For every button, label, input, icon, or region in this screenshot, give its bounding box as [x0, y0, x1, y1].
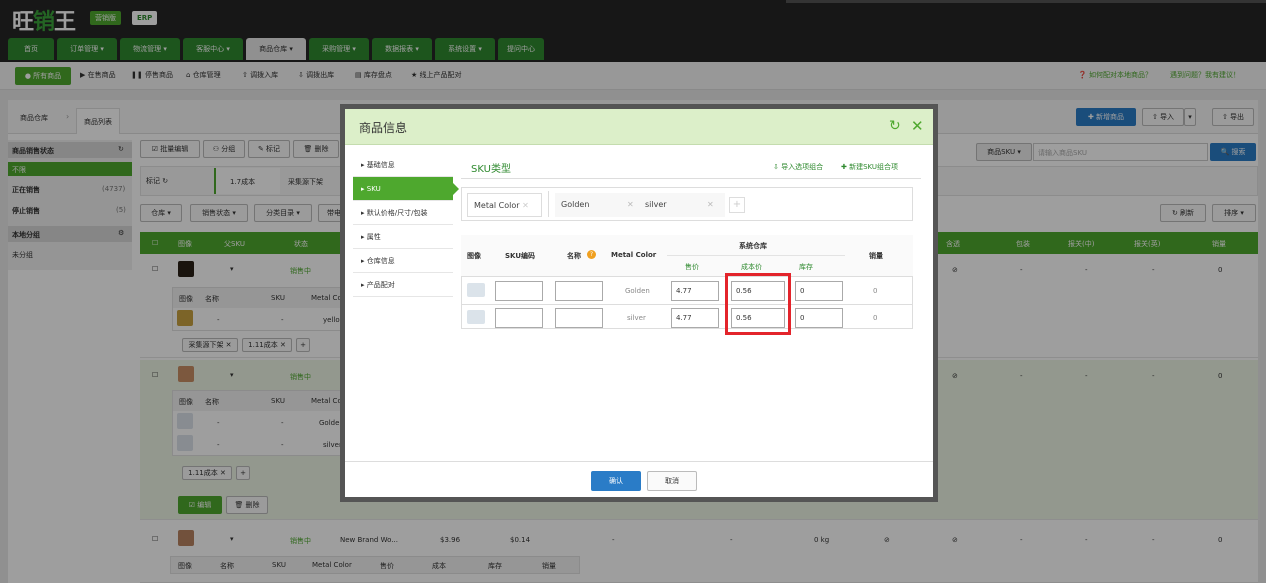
sku-col-cost: 成本价 — [741, 263, 762, 271]
dialog-footer: 确认 取消 — [345, 461, 933, 497]
product-info-dialog: 商品信息 ↻ ✕ ▸ 基础信息 ▸ SKU ▸ 默认价格/尺寸/包装 ▸ 属性 … — [340, 104, 938, 502]
remove-icon[interactable]: ✕ — [522, 201, 529, 210]
sku-col-image: 图像 — [467, 252, 481, 260]
row-divider — [461, 304, 913, 305]
refresh-icon[interactable]: ↻ — [889, 118, 901, 134]
sku-sales: 0 — [873, 314, 878, 322]
sku-col-metal-color: Metal Color — [611, 251, 657, 259]
nav-default-price[interactable]: ▸ 默认价格/尺寸/包装 — [353, 201, 453, 225]
price-input[interactable]: 4.77 — [671, 308, 719, 328]
divider — [667, 255, 845, 256]
stock-input[interactable]: 0 — [795, 281, 843, 301]
nav-sku[interactable]: ▸ SKU — [353, 177, 453, 201]
nav-basic-info[interactable]: ▸ 基础信息 — [353, 153, 453, 177]
cancel-button[interactable]: 取消 — [647, 471, 697, 491]
sku-code-input[interactable] — [495, 281, 543, 301]
nav-attributes[interactable]: ▸ 属性 — [353, 225, 453, 249]
stock-input[interactable]: 0 — [795, 308, 843, 328]
confirm-button[interactable]: 确认 — [591, 471, 641, 491]
nav-label: SKU — [366, 185, 381, 193]
nav-label: 属性 — [366, 233, 381, 241]
chip-label: Metal Color — [474, 201, 520, 210]
divider — [548, 191, 549, 217]
sku-metal-color: silver — [627, 314, 646, 322]
add-value-button[interactable]: + — [729, 197, 745, 213]
nav-label: 默认价格/尺寸/包装 — [366, 209, 428, 217]
nav-label: 产品配对 — [366, 281, 395, 289]
remove-icon[interactable]: ✕ — [627, 193, 634, 217]
sku-col-price: 售价 — [685, 263, 699, 271]
sku-col-stock: 库存 — [799, 263, 813, 271]
sku-name-input[interactable] — [555, 308, 603, 328]
nav-warehouse-info[interactable]: ▸ 仓库信息 — [353, 249, 453, 273]
chip-label: silver — [645, 200, 667, 209]
sku-col-code: SKU编码 — [505, 252, 536, 260]
metal-color-chip[interactable]: Metal Color ✕ — [467, 193, 542, 217]
remove-icon[interactable]: ✕ — [707, 193, 714, 217]
nav-label: 仓库信息 — [366, 257, 395, 265]
chip-label: Golden — [561, 200, 590, 209]
sku-section-title: SKU类型 — [471, 164, 511, 175]
sku-metal-color: Golden — [625, 287, 650, 295]
nav-label: 基础信息 — [366, 161, 395, 169]
close-icon[interactable]: ✕ — [911, 117, 924, 135]
sku-image-placeholder[interactable] — [467, 283, 485, 297]
sku-col-name: 名称 — [567, 252, 581, 260]
nav-product-match[interactable]: ▸ 产品配对 — [353, 273, 453, 297]
price-input[interactable]: 4.77 — [671, 281, 719, 301]
dialog-header: 商品信息 ↻ ✕ — [345, 109, 933, 145]
dialog-title: 商品信息 — [359, 121, 408, 135]
sku-col-sales: 销量 — [869, 252, 883, 260]
value-chip-silver[interactable]: silver ✕ — [639, 193, 725, 217]
value-chip-golden[interactable]: Golden ✕ — [555, 193, 643, 217]
new-sku-combination-link[interactable]: ✚ 新建SKU组合项 — [841, 162, 898, 172]
sku-code-input[interactable] — [495, 308, 543, 328]
sku-sales: 0 — [873, 287, 878, 295]
sku-col-warehouse: 系统仓库 — [739, 242, 767, 250]
sku-name-input[interactable] — [555, 281, 603, 301]
import-combination-link[interactable]: ⇩ 导入选项组合 — [773, 162, 823, 172]
cost-highlight-box — [725, 273, 791, 335]
sku-image-placeholder[interactable] — [467, 310, 485, 324]
dialog-side-nav: ▸ 基础信息 ▸ SKU ▸ 默认价格/尺寸/包装 ▸ 属性 ▸ 仓库信息 ▸ … — [353, 153, 459, 303]
help-icon[interactable]: ? — [587, 250, 596, 259]
active-arrow — [453, 183, 459, 195]
